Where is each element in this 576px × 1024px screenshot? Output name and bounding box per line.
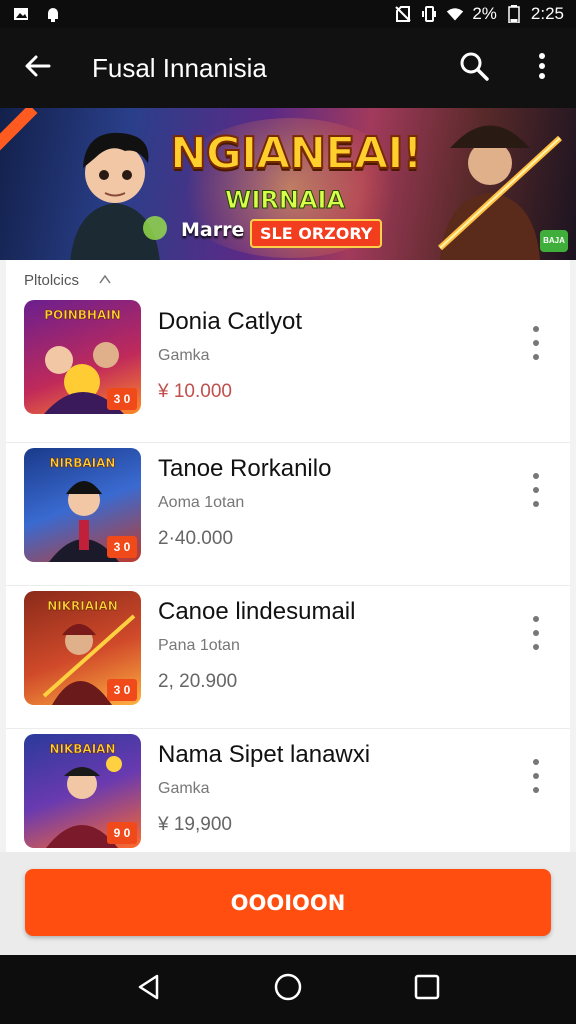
nav-home-button[interactable]: [258, 960, 318, 1020]
vibrate-icon: [420, 5, 438, 23]
status-bar: 2% 2:25: [0, 0, 576, 28]
clock: 2:25: [530, 4, 564, 23]
nav-recents-button[interactable]: [397, 960, 457, 1020]
item-subtitle: Pana 1otan: [158, 637, 240, 654]
hero-character-illustration: [70, 132, 167, 260]
thumbnail-badge: 3 0: [107, 679, 137, 701]
item-price: ¥ 10.000: [158, 381, 232, 402]
battery-text: 2%: [472, 4, 497, 23]
item-menu-button[interactable]: [520, 320, 552, 370]
banner-tag: SLE ORZORY: [250, 219, 383, 248]
list-item[interactable]: NIKBAIAN 9 0 Nama Sipet lanawxi Gamka ¥ …: [6, 729, 570, 852]
item-menu-button[interactable]: [520, 753, 552, 803]
item-subtitle: Gamka: [158, 780, 210, 797]
item-title: Canoe lindesumail: [158, 598, 356, 625]
game-thumbnail: POINBHAIN 3 0: [24, 300, 141, 414]
nav-home-icon: [273, 972, 303, 1007]
promo-banner[interactable]: NGIANEAI! WIRNAIA Marre SLE ORZORY BAJA: [0, 108, 576, 260]
more-vert-icon: [538, 52, 546, 85]
list-item[interactable]: POINBHAIN 3 0 Donia Catlyot Gamka ¥ 10.0…: [6, 300, 570, 443]
banner-badge: BAJA: [540, 230, 568, 252]
item-price: ¥ 19,900: [158, 814, 232, 835]
game-thumbnail: NIRBAIAN 3 0: [24, 448, 141, 562]
search-icon: [458, 50, 490, 87]
banner-headline: NGIANEAI!: [169, 127, 424, 180]
back-button[interactable]: [0, 28, 76, 108]
section-label: Pltolcics: [24, 271, 80, 289]
item-price: 2, 20.900: [158, 671, 238, 692]
system-nav-bar: [0, 955, 576, 1024]
more-vert-icon: [533, 615, 539, 656]
item-subtitle: Aoma 1otan: [158, 494, 245, 511]
more-options-button[interactable]: [508, 28, 576, 108]
game-thumbnail: NIKBAIAN 9 0: [24, 734, 141, 848]
battery-icon: [505, 5, 523, 23]
photo-icon: [12, 5, 30, 23]
thumbnail-title: NIKBAIAN: [49, 742, 116, 757]
section-header[interactable]: Pltolcics: [6, 260, 570, 300]
chevron-up-icon: [97, 272, 113, 288]
banner-name: Marre: [181, 219, 245, 241]
list-item[interactable]: NIKRIAIAN 3 0 Canoe lindesumail Pana 1ot…: [6, 586, 570, 729]
nav-back-button[interactable]: [119, 960, 179, 1020]
arrow-left-icon: [23, 51, 53, 86]
item-subtitle: Gamka: [158, 347, 210, 364]
more-vert-icon: [533, 472, 539, 513]
wifi-icon: [446, 5, 464, 23]
item-title: Nama Sipet lanawxi: [158, 741, 371, 768]
no-sim-icon: [394, 5, 412, 23]
thumbnail-badge: 3 0: [107, 536, 137, 558]
thumbnail-badge: 3 0: [107, 388, 137, 410]
banner-subheadline: WIRNAIA: [224, 186, 346, 215]
primary-action-button[interactable]: OOOIOON: [25, 869, 551, 936]
app-bar: Fusal Innanisia: [0, 28, 576, 108]
search-button[interactable]: [440, 28, 508, 108]
item-menu-button[interactable]: [520, 610, 552, 660]
thumbnail-title: NIKRIAIAN: [47, 599, 118, 614]
nav-recents-icon: [414, 974, 440, 1005]
android-icon: [44, 5, 62, 23]
thumbnail-title: POINBHAIN: [44, 308, 121, 323]
more-vert-icon: [533, 758, 539, 799]
more-vert-icon: [533, 325, 539, 366]
item-menu-button[interactable]: [520, 467, 552, 517]
list-item[interactable]: NIRBAIAN 3 0 Tanoe Rorkanilo Aoma 1otan …: [6, 443, 570, 586]
item-title: Donia Catlyot: [158, 308, 303, 335]
item-price: 2·40.000: [158, 528, 234, 549]
nav-back-icon: [135, 973, 163, 1006]
game-thumbnail: NIKRIAIAN 3 0: [24, 591, 141, 705]
cta-area: OOOIOON: [0, 852, 576, 955]
page-title: Fusal Innanisia: [92, 52, 267, 83]
thumbnail-badge: 9 0: [107, 822, 137, 844]
game-list-panel: Pltolcics POINBHAIN 3 0 Donia Catlyot Ga…: [6, 260, 570, 852]
item-title: Tanoe Rorkanilo: [158, 455, 332, 482]
thumbnail-title: NIRBAIAN: [49, 456, 116, 471]
corner-ribbon: [0, 108, 38, 156]
